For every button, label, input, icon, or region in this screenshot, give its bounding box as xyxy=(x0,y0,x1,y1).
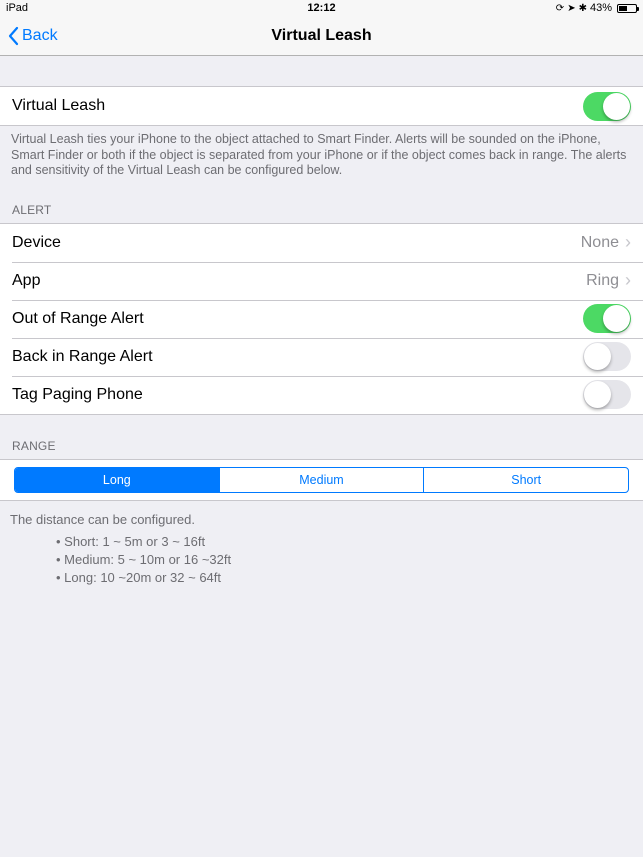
orientation-lock-icon: ⟳ xyxy=(556,3,564,14)
out-of-range-row: Out of Range Alert xyxy=(0,300,643,338)
back-label: Back xyxy=(22,27,58,45)
device-value: None xyxy=(581,234,619,252)
range-desc-intro: The distance can be configured. xyxy=(10,511,633,529)
battery-icon xyxy=(615,4,637,13)
tag-paging-row: Tag Paging Phone xyxy=(0,376,643,414)
range-header: RANGE xyxy=(0,433,643,459)
out-of-range-label: Out of Range Alert xyxy=(12,310,144,328)
tag-paging-label: Tag Paging Phone xyxy=(12,386,143,404)
app-row[interactable]: App Ring › xyxy=(0,262,643,300)
back-in-range-row: Back in Range Alert xyxy=(0,338,643,376)
out-of-range-switch[interactable] xyxy=(583,304,631,333)
segment-long[interactable]: Long xyxy=(15,468,219,492)
range-desc-medium: Medium: 5 ~ 10m or 16 ~32ft xyxy=(56,551,633,569)
app-value: Ring xyxy=(586,272,619,290)
virtual-leash-label: Virtual Leash xyxy=(12,97,105,115)
status-bar: iPad 12:12 ⟳ ➤ ✱ 43% xyxy=(0,0,643,16)
main-toggle-group: Virtual Leash xyxy=(0,86,643,126)
device-name: iPad xyxy=(6,2,28,14)
range-segmented-control: Long Medium Short xyxy=(14,467,629,493)
bluetooth-icon: ✱ xyxy=(579,3,587,14)
range-description: The distance can be configured. Short: 1… xyxy=(0,501,643,586)
chevron-right-icon: › xyxy=(625,232,631,253)
range-desc-short: Short: 1 ~ 5m or 3 ~ 16ft xyxy=(56,533,633,551)
range-segment-wrap: Long Medium Short xyxy=(0,459,643,501)
tag-paging-switch[interactable] xyxy=(583,380,631,409)
virtual-leash-row: Virtual Leash xyxy=(0,87,643,125)
status-time: 12:12 xyxy=(307,2,335,14)
device-row[interactable]: Device None › xyxy=(0,224,643,262)
navigation-bar: Back Virtual Leash xyxy=(0,16,643,56)
battery-percent: 43% xyxy=(590,2,612,14)
segment-short[interactable]: Short xyxy=(423,468,628,492)
page-title: Virtual Leash xyxy=(271,27,371,45)
chevron-left-icon xyxy=(6,26,20,46)
segment-medium[interactable]: Medium xyxy=(219,468,424,492)
alert-header: ALERT xyxy=(0,197,643,223)
app-label: App xyxy=(12,272,40,290)
back-button[interactable]: Back xyxy=(6,26,58,46)
back-in-range-label: Back in Range Alert xyxy=(12,348,153,366)
location-icon: ➤ xyxy=(567,3,575,14)
device-label: Device xyxy=(12,234,61,252)
main-footer-text: Virtual Leash ties your iPhone to the ob… xyxy=(0,126,643,179)
virtual-leash-switch[interactable] xyxy=(583,92,631,121)
range-desc-long: Long: 10 ~20m or 32 ~ 64ft xyxy=(56,569,633,587)
back-in-range-switch[interactable] xyxy=(583,342,631,371)
alert-group: Device None › App Ring › Out of Range Al… xyxy=(0,223,643,415)
chevron-right-icon: › xyxy=(625,270,631,291)
